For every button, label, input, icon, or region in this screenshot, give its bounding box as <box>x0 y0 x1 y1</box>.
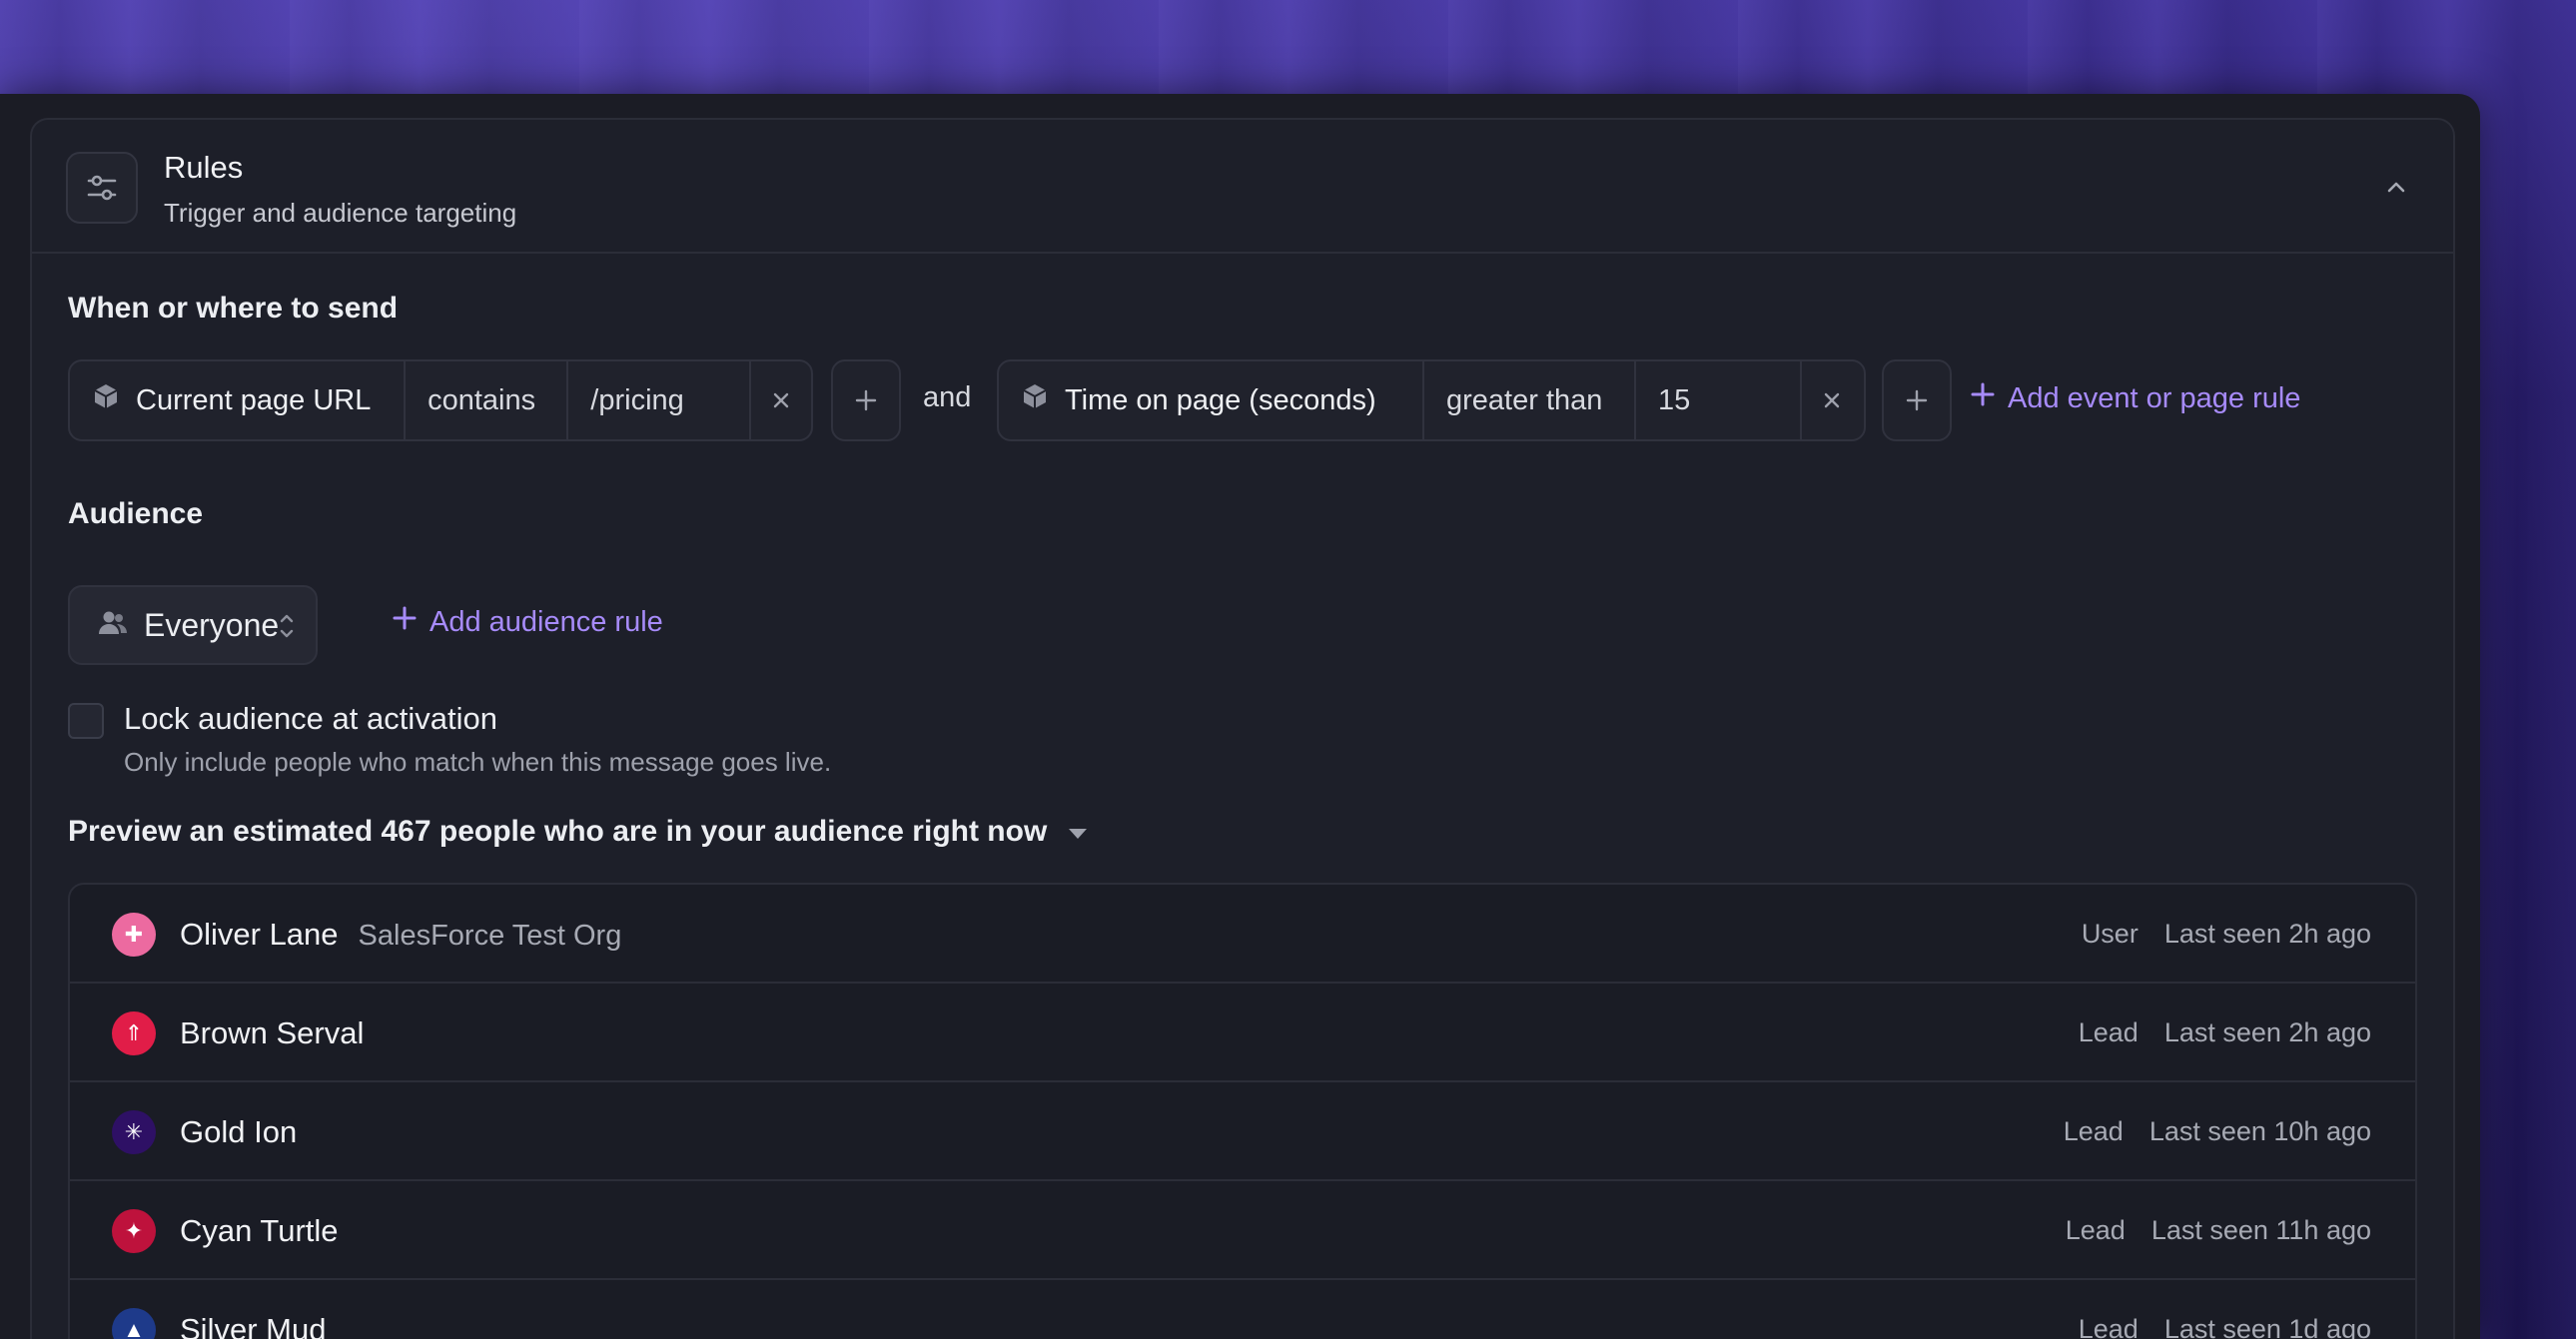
person-type: Lead <box>2078 1017 2139 1047</box>
person-meta: Lead Last seen 1d ago <box>2079 1314 2371 1339</box>
caret-down-icon <box>1067 815 1089 849</box>
remove-rule-icon[interactable] <box>1802 361 1862 439</box>
person-type: Lead <box>2078 1314 2139 1339</box>
person-name-cell: Oliver Lane SalesForce Test Org <box>180 917 621 953</box>
rule-operator-select[interactable]: greater than <box>1424 361 1636 439</box>
person-org: SalesForce Test Org <box>358 920 622 952</box>
avatar: ✳ <box>112 1110 156 1154</box>
person-meta: Lead Last seen 10h ago <box>2064 1116 2371 1147</box>
person-name: Brown Serval <box>180 1015 365 1050</box>
table-row[interactable]: ✦ Cyan Turtle Lead Last seen 11h ago <box>70 1181 2415 1280</box>
rule-field-select[interactable]: Current page URL <box>70 361 407 439</box>
panel-title: Rules <box>164 150 244 185</box>
audience-section-title: Audience <box>68 497 204 530</box>
page-rule-url: Current page URL contains /pricing <box>68 359 813 441</box>
person-last-seen: Last seen 2h ago <box>2163 919 2371 949</box>
add-condition-button[interactable] <box>831 359 901 441</box>
table-row[interactable]: ✳ Gold Ion Lead Last seen 10h ago <box>70 1082 2415 1181</box>
page-rule-time: Time on page (seconds) greater than 15 <box>997 359 1866 441</box>
rule-field-select[interactable]: Time on page (seconds) <box>999 361 1424 439</box>
person-last-seen: Last seen 10h ago <box>2148 1116 2371 1146</box>
rule-field-label: Time on page (seconds) <box>1065 383 1376 416</box>
avatar: ▲ <box>112 1308 156 1339</box>
when-section-title: When or where to send <box>68 292 399 325</box>
person-name: Gold Ion <box>180 1114 298 1149</box>
plus-icon <box>1970 381 1996 415</box>
panel-subtitle: Trigger and audience targeting <box>164 198 517 228</box>
add-condition-button[interactable] <box>1882 359 1952 441</box>
add-audience-rule-link[interactable]: Add audience rule <box>392 605 663 639</box>
app-window: Rules Trigger and audience targeting Whe… <box>0 94 2480 1339</box>
person-name: Oliver Lane <box>180 917 339 952</box>
person-type: Lead <box>2063 1116 2124 1146</box>
person-name-cell: Cyan Turtle <box>180 1213 359 1249</box>
rule-value-input[interactable]: 15 <box>1636 361 1802 439</box>
rule-value-input[interactable]: /pricing <box>568 361 752 439</box>
plus-icon <box>392 605 418 639</box>
rule-joiner: and <box>923 381 972 413</box>
people-icon <box>98 608 128 643</box>
person-meta: Lead Last seen 2h ago <box>2079 1017 2371 1048</box>
person-meta: Lead Last seen 11h ago <box>2066 1215 2371 1246</box>
preview-title: Preview an estimated 467 people who are … <box>68 815 1048 848</box>
audience-select-value: Everyone <box>144 606 280 643</box>
lock-audience-help: Only include people who match when this … <box>124 747 832 777</box>
person-type: User <box>2081 919 2139 949</box>
remove-rule-icon[interactable] <box>751 361 811 439</box>
rules-panel-header[interactable]: Rules Trigger and audience targeting <box>32 120 2453 254</box>
lock-audience-label: Lock audience at activation <box>124 701 497 736</box>
audience-select[interactable]: Everyone <box>68 585 318 665</box>
person-name-cell: Gold Ion <box>180 1114 317 1150</box>
table-row[interactable]: ⇑ Brown Serval Lead Last seen 2h ago <box>70 984 2415 1082</box>
person-last-seen: Last seen 1d ago <box>2163 1314 2371 1339</box>
table-row[interactable]: ▲ Silver Mud Lead Last seen 1d ago <box>70 1280 2415 1339</box>
rule-field-label: Current page URL <box>136 383 372 416</box>
person-meta: User Last seen 2h ago <box>2082 919 2371 950</box>
rule-operator-select[interactable]: contains <box>406 361 569 439</box>
lock-audience-checkbox[interactable] <box>68 703 104 739</box>
updown-chevron-icon <box>278 611 296 646</box>
person-name-cell: Silver Mud <box>180 1312 346 1339</box>
add-event-rule-label: Add event or page rule <box>2008 381 2301 414</box>
avatar: ✚ <box>112 913 156 957</box>
sliders-icon <box>66 152 138 224</box>
person-name: Cyan Turtle <box>180 1213 339 1248</box>
add-audience-rule-label: Add audience rule <box>429 605 663 638</box>
cube-icon <box>1021 382 1049 418</box>
avatar: ⇑ <box>112 1011 156 1055</box>
add-event-rule-link[interactable]: Add event or page rule <box>1970 381 2300 415</box>
person-name-cell: Brown Serval <box>180 1015 384 1051</box>
person-type: Lead <box>2065 1215 2126 1245</box>
preview-toggle[interactable]: Preview an estimated 467 people who are … <box>68 815 1089 849</box>
person-name: Silver Mud <box>180 1312 327 1339</box>
audience-preview-list: ✚ Oliver Lane SalesForce Test Org User Last … <box>68 883 2417 1339</box>
table-row[interactable]: ✚ Oliver Lane SalesForce Test Org User Last … <box>70 885 2415 984</box>
person-last-seen: Last seen 2h ago <box>2163 1017 2371 1047</box>
person-last-seen: Last seen 11h ago <box>2150 1215 2371 1245</box>
rules-panel: Rules Trigger and audience targeting Whe… <box>30 118 2455 1339</box>
collapse-chevron-icon[interactable] <box>2379 170 2413 204</box>
avatar: ✦ <box>112 1209 156 1253</box>
cube-icon <box>92 382 120 418</box>
